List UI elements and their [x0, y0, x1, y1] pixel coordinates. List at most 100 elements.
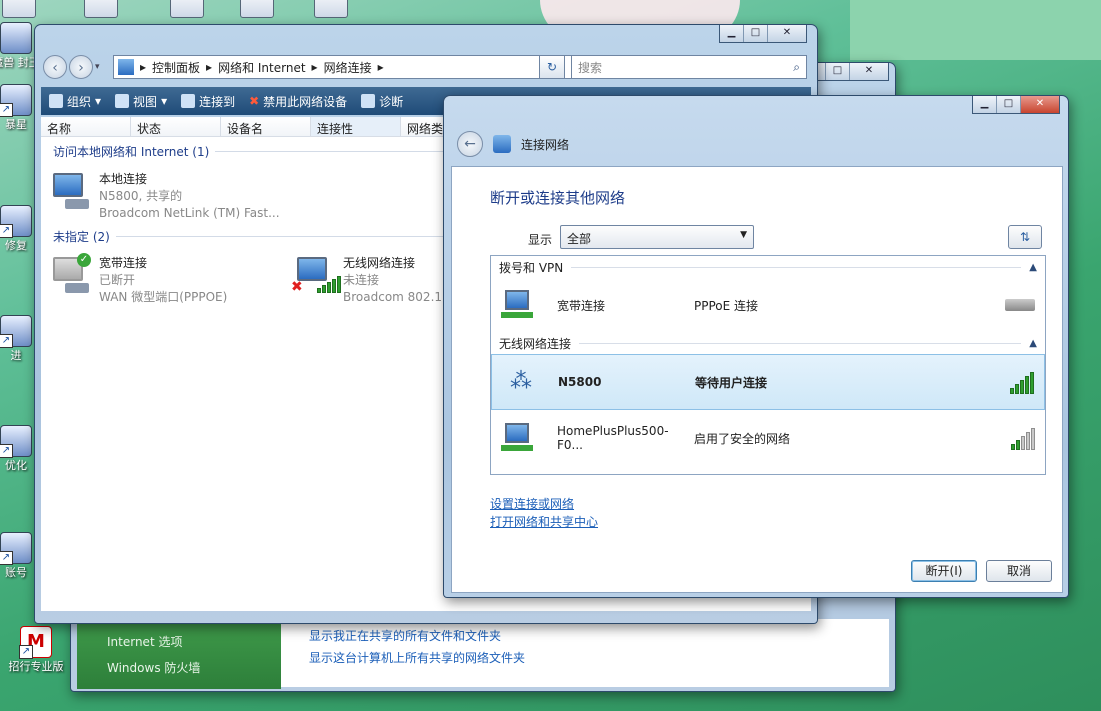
close-icon[interactable]: ✕: [850, 63, 888, 80]
connection-status: 未连接: [343, 273, 380, 287]
signal-strength-icon: [1011, 426, 1035, 450]
app-icon: ↗: [0, 205, 32, 238]
connection-device: Broadcom 802.1: [343, 290, 443, 304]
connect-icon: [181, 94, 196, 108]
search-icon[interactable]: ⌕: [793, 60, 800, 75]
maximize-icon[interactable]: □: [997, 96, 1021, 113]
disable-x-icon: ✖: [249, 94, 260, 108]
show-filter-select[interactable]: 全部 ▼: [560, 225, 754, 249]
forward-button[interactable]: ›: [69, 55, 93, 79]
breadcrumb-control-panel[interactable]: 控制面板: [152, 59, 200, 76]
shortcut-arrow-icon: ↗: [0, 103, 13, 117]
connect-to-button[interactable]: 连接到: [181, 93, 235, 110]
connection-status: 已断开: [99, 273, 136, 287]
network-broadband[interactable]: 宽带连接 PPPoE 连接: [491, 278, 1045, 332]
dialog-body: 断开或连接其他网络 显示 全部 ▼ ⇅ 拨号和 VPN ▲ 宽带连接 PPPoE …: [451, 166, 1063, 593]
connection-status: N5800, 共享的: [99, 189, 183, 203]
section-title: 拨号和 VPN: [499, 260, 564, 275]
refresh-icon: ⇅: [1019, 230, 1031, 244]
col-status[interactable]: 状态: [131, 117, 221, 136]
show-shared-folders-link[interactable]: 显示这台计算机上所有共享的网络文件夹: [309, 647, 525, 669]
disconnected-x-icon: ✖: [291, 279, 303, 295]
section-wireless[interactable]: 无线网络连接 ▲: [491, 332, 1045, 354]
wireless-adapter-icon: ✖: [291, 255, 341, 299]
network-list: 拨号和 VPN ▲ 宽带连接 PPPoE 连接 无线网络连接 ▲ ⁂ N5800 等…: [490, 255, 1046, 475]
connection-device: WAN 微型端口(PPPOE): [99, 290, 228, 304]
close-icon[interactable]: ✕: [768, 25, 806, 42]
desktop-icon-label: 招行专业版: [8, 660, 64, 673]
breadcrumb-network-internet[interactable]: 网络和 Internet: [218, 59, 305, 76]
dialog-caption-buttons: ▁ □ ✕: [972, 96, 1060, 114]
modem-icon: [1005, 299, 1035, 311]
disconnect-button[interactable]: 断开(I): [911, 560, 977, 582]
view-menu[interactable]: 视图 ▾: [115, 93, 167, 110]
chevron-up-icon[interactable]: ▲: [1029, 262, 1037, 273]
setup-connection-link[interactable]: 设置连接或网络: [490, 495, 574, 512]
col-device[interactable]: 设备名: [221, 117, 311, 136]
chevron-down-icon: ▼: [740, 230, 747, 240]
window-caption-buttons: ▁ □ ✕: [719, 25, 807, 43]
maximize-icon[interactable]: □: [826, 63, 850, 80]
desktop-icon-top-2[interactable]: [84, 0, 118, 18]
refresh-networks-button[interactable]: ⇅: [1008, 225, 1042, 249]
desktop-icon-label: 进: [10, 349, 22, 362]
disable-device-button[interactable]: ✖ 禁用此网络设备: [249, 93, 347, 110]
show-filter-value: 全部: [567, 232, 592, 246]
dialog-title: 连接网络: [521, 137, 570, 152]
connect-network-dialog[interactable]: ▁ □ ✕ ← 连接网络 断开或连接其他网络 显示 全部 ▼ ⇅ 拨号和 VPN ▲ …: [443, 95, 1069, 598]
minimize-icon[interactable]: ▁: [720, 25, 744, 42]
network-homeplusplus[interactable]: HomePlusPlus500-F0... 启用了安全的网络: [491, 410, 1045, 466]
back-window-body: Internet 选项 Windows 防火墙 显示我正在共享的所有文件和文件夹…: [77, 619, 889, 689]
close-icon[interactable]: ✕: [1021, 96, 1059, 113]
organize-label: 组织: [67, 94, 92, 109]
signal-strength-icon: [1010, 370, 1034, 394]
cmb-logo-icon: M ↗: [19, 626, 52, 659]
chevron-up-icon[interactable]: ▲: [1029, 338, 1037, 349]
connection-broadband[interactable]: ✓ 宽带连接 已断开 WAN 微型端口(PPPOE): [47, 253, 228, 306]
view-label: 视图: [133, 94, 158, 109]
desktop-icon-top-5[interactable]: [314, 0, 348, 18]
connection-name: 本地连接: [99, 172, 148, 186]
address-bar[interactable]: ▸ 控制面板 ▸ 网络和 Internet ▸ 网络连接 ▸ ▾: [113, 55, 603, 79]
windows-firewall-link[interactable]: Windows 防火墙: [107, 655, 281, 681]
desktop-icon-cmb[interactable]: M ↗ 招行专业版: [6, 626, 66, 674]
connection-local[interactable]: 本地连接 N5800, 共享的 Broadcom NetLink (TM) Fast…: [47, 171, 280, 222]
network-n5800[interactable]: ⁂ N5800 等待用户连接: [491, 354, 1045, 410]
diagnose-label: 诊断: [379, 94, 404, 109]
cancel-button[interactable]: 取消: [986, 560, 1052, 582]
history-dropdown-icon[interactable]: ▾: [95, 55, 100, 79]
desktop-icon-top-4[interactable]: [240, 0, 274, 18]
check-icon: ✓: [77, 253, 91, 267]
desktop-icon-top-3[interactable]: [170, 0, 204, 18]
shortcut-arrow-icon: ↗: [0, 334, 13, 348]
show-shared-files-link[interactable]: 显示我正在共享的所有文件和文件夹: [309, 625, 525, 647]
section-title: 无线网络连接: [499, 336, 572, 351]
search-input[interactable]: 搜索 ⌕: [571, 55, 807, 79]
breadcrumb-network-connections[interactable]: 网络连接: [324, 59, 372, 76]
dialog-back-button[interactable]: ←: [457, 131, 483, 157]
shortcut-arrow-icon: ↗: [19, 645, 33, 659]
breadcrumb-sep-icon: ▸: [140, 60, 147, 74]
connect-to-label: 连接到: [199, 94, 236, 109]
internet-options-link[interactable]: Internet 选项: [107, 629, 281, 655]
refresh-icon: ↻: [546, 60, 558, 74]
diagnose-icon: [361, 94, 376, 108]
section-dialup-vpn[interactable]: 拨号和 VPN ▲: [491, 256, 1045, 278]
open-network-center-link[interactable]: 打开网络和共享中心: [490, 513, 598, 530]
col-connectivity[interactable]: 连接性: [311, 117, 401, 136]
adhoc-network-icon: ⁂: [510, 369, 532, 394]
desktop-icon-top-1[interactable]: [2, 0, 36, 18]
network-name: HomePlusPlus500-F0...: [557, 424, 669, 452]
maximize-icon[interactable]: □: [744, 25, 768, 42]
minimize-icon[interactable]: ▁: [973, 96, 997, 113]
app-icon: ↗: [0, 84, 32, 117]
desktop-icon-label: 暴星: [5, 118, 27, 131]
connection-wireless[interactable]: ✖ 无线网络连接 未连接 Broadcom 802.1: [291, 255, 442, 306]
diagnose-button[interactable]: 诊断: [361, 93, 403, 110]
show-label: 显示: [528, 233, 553, 247]
organize-menu[interactable]: 组织 ▾: [49, 93, 101, 110]
chevron-down-icon: ▾: [161, 94, 168, 108]
back-button[interactable]: ‹: [43, 55, 67, 79]
col-name[interactable]: 名称: [41, 117, 131, 136]
refresh-button[interactable]: ↻: [539, 55, 565, 79]
